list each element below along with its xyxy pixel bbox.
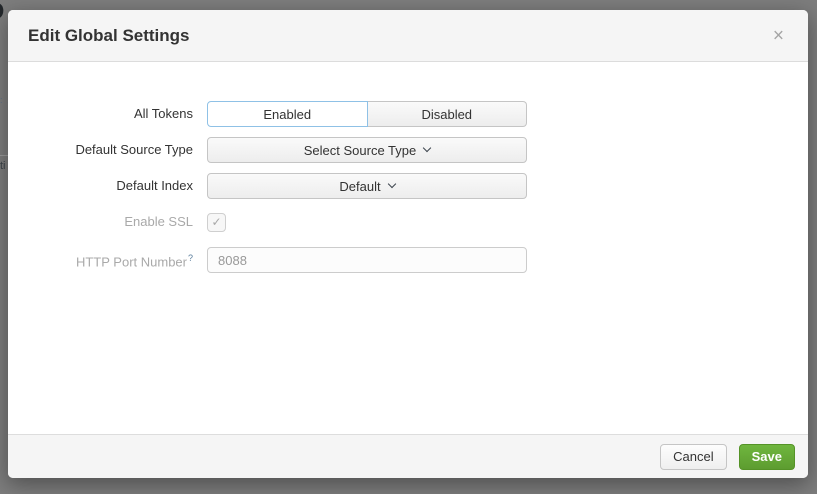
enable-ssl-label: Enable SSL: [8, 209, 193, 235]
checkmark-icon: ✓: [211, 216, 221, 228]
all-tokens-toggle: Enabled Disabled: [207, 101, 527, 127]
dialog-body: All Tokens Enabled Disabled Default Sour…: [8, 62, 808, 275]
default-source-type-label: Default Source Type: [8, 137, 193, 163]
enable-ssl-checkbox: ✓: [207, 213, 226, 232]
default-source-type-row: Default Source Type Select Source Type: [8, 137, 808, 163]
http-port-label: HTTP Port Number?: [8, 245, 193, 275]
default-source-type-value: Select Source Type: [304, 143, 417, 158]
enable-ssl-row: Enable SSL ✓: [8, 209, 808, 235]
chevron-down-icon: [387, 180, 395, 188]
default-index-dropdown[interactable]: Default: [207, 173, 527, 199]
dialog-title: Edit Global Settings: [28, 26, 190, 46]
all-tokens-enabled-button[interactable]: Enabled: [207, 101, 368, 127]
http-port-row: HTTP Port Number?: [8, 245, 808, 275]
chevron-down-icon: [423, 144, 431, 152]
all-tokens-disabled-button[interactable]: Disabled: [368, 101, 528, 127]
dialog-footer: Cancel Save: [8, 434, 808, 478]
cancel-button[interactable]: Cancel: [660, 444, 726, 470]
dialog-header: Edit Global Settings ×: [8, 10, 808, 62]
edit-global-settings-dialog: Edit Global Settings × All Tokens Enable…: [8, 10, 808, 478]
http-port-input: [207, 247, 527, 273]
all-tokens-label: All Tokens: [8, 101, 193, 127]
save-button[interactable]: Save: [739, 444, 795, 470]
all-tokens-row: All Tokens Enabled Disabled: [8, 101, 808, 127]
default-index-value: Default: [339, 179, 380, 194]
background-text-fragment: ti: [0, 160, 6, 172]
default-index-row: Default Index Default: [8, 173, 808, 199]
default-source-type-dropdown[interactable]: Select Source Type: [207, 137, 527, 163]
help-icon: ?: [188, 253, 193, 263]
close-icon[interactable]: ×: [767, 24, 790, 47]
default-index-label: Default Index: [8, 173, 193, 199]
